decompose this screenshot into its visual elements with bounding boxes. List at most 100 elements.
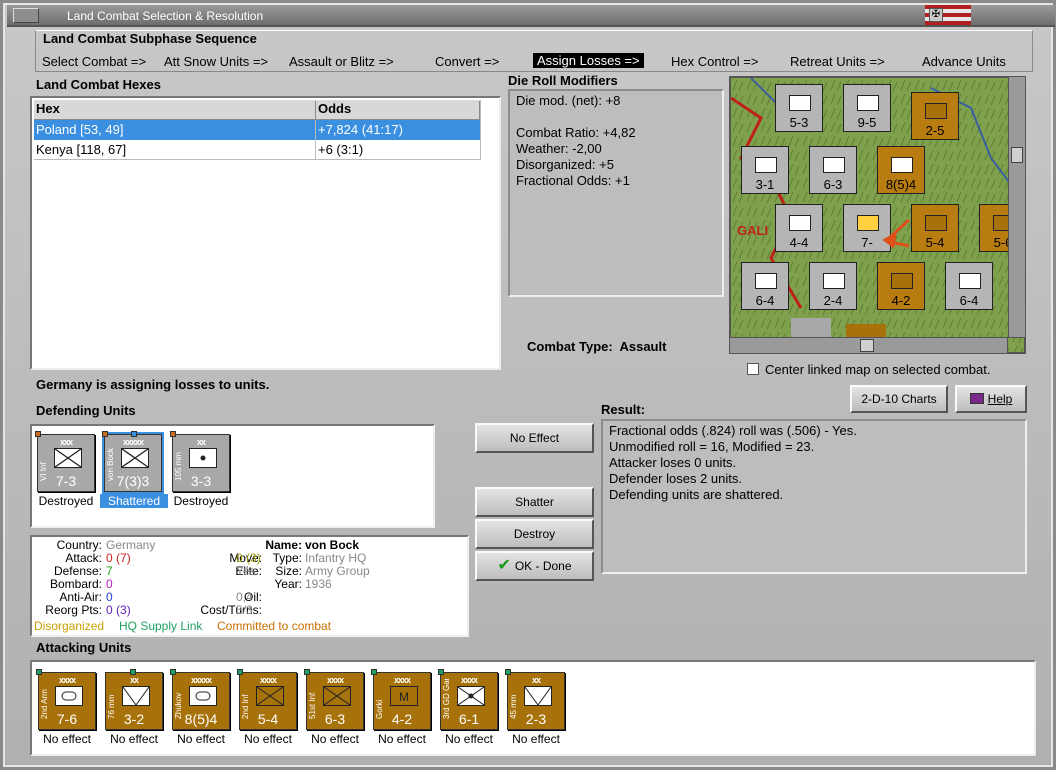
result-title: Result: [601, 402, 646, 417]
map-counter[interactable]: 6-4 [945, 262, 993, 310]
attacking-title: Attacking Units [36, 640, 132, 655]
shatter-button[interactable]: Shatter [475, 487, 594, 517]
infantry-hq-icon [121, 448, 149, 468]
charts-button[interactable]: 2-D-10 Charts [850, 385, 948, 413]
combat-type: Combat Type: Assault [527, 339, 666, 354]
attacking-unit[interactable]: xxxx Gorki M 4-2 [371, 669, 431, 730]
defending-unit-result: Destroyed [38, 494, 94, 508]
info-oil: 0,4 [236, 590, 253, 604]
map-counter[interactable]: 8(5)4 [877, 146, 925, 194]
attacking-unit[interactable]: xx 76 mm 3-2 [105, 669, 163, 730]
seq-att-snow-units[interactable]: Att Snow Units => [164, 54, 268, 69]
seq-advance-units[interactable]: Advance Units [922, 54, 1006, 69]
attacking-unit[interactable]: xxxx 2nd Arm 7-6 [36, 669, 96, 730]
drm-panel: Die mod. (net): +8 Combat Ratio: +4,82 W… [508, 89, 724, 297]
map-counter[interactable]: 5-3 [775, 84, 823, 132]
map-counter[interactable]: 3-1 [741, 146, 789, 194]
odds-cell: +6 (3:1) [318, 142, 364, 157]
result-line: Attacker loses 0 units. [609, 455, 737, 470]
map-counter[interactable]: 6-4 [741, 262, 789, 310]
infantry-icon [256, 686, 284, 706]
anti-tank-icon [524, 686, 552, 706]
defending-title: Defending Units [36, 403, 136, 418]
col-hex[interactable]: Hex [34, 101, 316, 119]
map-horizontal-scrollbar[interactable] [729, 337, 1008, 354]
help-book-icon [969, 393, 984, 404]
sequence-title: Land Combat Subphase Sequence [43, 31, 257, 46]
seq-assign-losses[interactable]: Assign Losses => [533, 53, 644, 68]
garrison-icon [457, 686, 485, 706]
flag-disorganized: Disorganized [34, 619, 105, 633]
hexes-header: Hex Odds [34, 100, 480, 120]
hex-row[interactable]: Kenya [118, 67] +6 (3:1) [34, 140, 480, 160]
map-counter[interactable]: 6-3 [809, 146, 857, 194]
center-map-option[interactable]: Center linked map on selected combat. [747, 362, 990, 377]
map-vscroll-thumb[interactable] [1011, 147, 1023, 163]
info-reorg: 0 (3) [106, 603, 131, 617]
militia-icon: M [390, 686, 418, 706]
destroy-button[interactable]: Destroy [475, 519, 594, 549]
odds-cell: +7,824 (41:17) [318, 122, 403, 137]
attacking-units-panel: xxxx 2nd Arm 7-6 No effect xx 76 mm 3-2 No e… [30, 660, 1036, 756]
map-counter[interactable]: 5-4 [911, 204, 959, 252]
hex-row[interactable]: Poland [53, 49] +7,824 (41:17) [34, 120, 480, 140]
attacking-unit-result: No effect [110, 732, 158, 746]
infantry-icon [323, 686, 351, 706]
combat-window: Land Combat Selection & Resolution ✠ Lan… [0, 0, 1056, 770]
result-line: Defending units are shattered. [609, 487, 784, 502]
drm-line: Weather: -2,00 [516, 141, 602, 156]
center-map-checkbox[interactable] [747, 363, 759, 375]
flag-hq-supply: HQ Supply Link [119, 619, 203, 633]
attacking-unit-result: No effect [512, 732, 560, 746]
ok-done-button[interactable]: ✔ OK - Done [475, 551, 594, 581]
infantry-icon [54, 448, 82, 468]
checkmark-icon: ✔ [497, 557, 511, 574]
defending-unit[interactable]: xx 105 mm 3-3 [170, 431, 230, 492]
attacking-unit[interactable]: xxxx 2nd Inf 5-4 [237, 669, 297, 730]
map-counter[interactable]: 4-2 [877, 262, 925, 310]
system-menu-button[interactable] [13, 8, 39, 23]
linked-map[interactable]: GALI 5-3 9-5 2-5 3-1 6-3 8(5)4 4-4 7- 5-… [729, 76, 1026, 354]
attacking-unit-result: No effect [378, 732, 426, 746]
attacking-unit-result: No effect [311, 732, 359, 746]
nation-flag-icon: ✠ [925, 5, 971, 25]
drm-line: Combat Ratio: +4,82 [516, 125, 636, 140]
info-country: Germany [106, 538, 156, 552]
attacking-unit[interactable]: xxxx 3rd GD Gar 6-1 [438, 669, 498, 730]
flag-committed: Committed to combat [217, 619, 332, 633]
center-map-label: Center linked map on selected combat. [765, 362, 991, 377]
defending-unit-selected[interactable]: xxxxx von Bock 7(3)3 [102, 431, 164, 494]
map-vertical-scrollbar[interactable] [1008, 76, 1026, 338]
attacking-unit[interactable]: xxxxx Zhukov 8(5)4 [170, 669, 230, 730]
map-counter[interactable]: 2-4 [809, 262, 857, 310]
attacking-unit-result: No effect [244, 732, 292, 746]
map-counter[interactable]: 9-5 [843, 84, 891, 132]
seq-convert[interactable]: Convert => [435, 54, 499, 69]
seq-retreat-units[interactable]: Retreat Units => [790, 54, 885, 69]
defending-units-panel: xxx VI Inf 7-3 Destroyed xxxxx von Bock … [30, 424, 435, 528]
hexes-table: Hex Odds Poland [53, 49] +7,824 (41:17) … [30, 96, 501, 370]
seq-hex-control[interactable]: Hex Control => [671, 54, 758, 69]
attacking-unit-result: No effect [43, 732, 91, 746]
armor-icon [55, 686, 83, 706]
artillery-icon [189, 448, 217, 468]
unit-info-panel: Country: Germany Attack: 0 (7) Defense: … [30, 535, 469, 637]
no-effect-button[interactable]: No Effect [475, 423, 594, 453]
map-counter[interactable]: 4-4 [775, 204, 823, 252]
hexes-title: Land Combat Hexes [36, 77, 161, 92]
defending-unit[interactable]: xxx VI Inf 7-3 [35, 431, 95, 492]
hex-cell: Kenya [118, 67] [36, 142, 127, 157]
seq-select-combat[interactable]: Select Combat => [42, 54, 146, 69]
attacking-unit[interactable]: xxxx 51st Inf 6-3 [304, 669, 364, 730]
help-button[interactable]: Help [955, 385, 1027, 413]
attacking-unit[interactable]: xx 45 mm 2-3 [505, 669, 565, 730]
seq-assault-or-blitz[interactable]: Assault or Blitz => [289, 54, 394, 69]
map-region-label: GALI [737, 223, 769, 238]
info-cost: 5/3 [236, 603, 253, 617]
svg-text:M: M [399, 690, 409, 704]
map-counter[interactable]: 2-5 [911, 92, 959, 140]
info-name: von Bock [305, 538, 360, 552]
info-size: Army Group [305, 564, 370, 578]
map-hscroll-thumb[interactable] [860, 339, 874, 352]
col-odds[interactable]: Odds [316, 101, 480, 119]
